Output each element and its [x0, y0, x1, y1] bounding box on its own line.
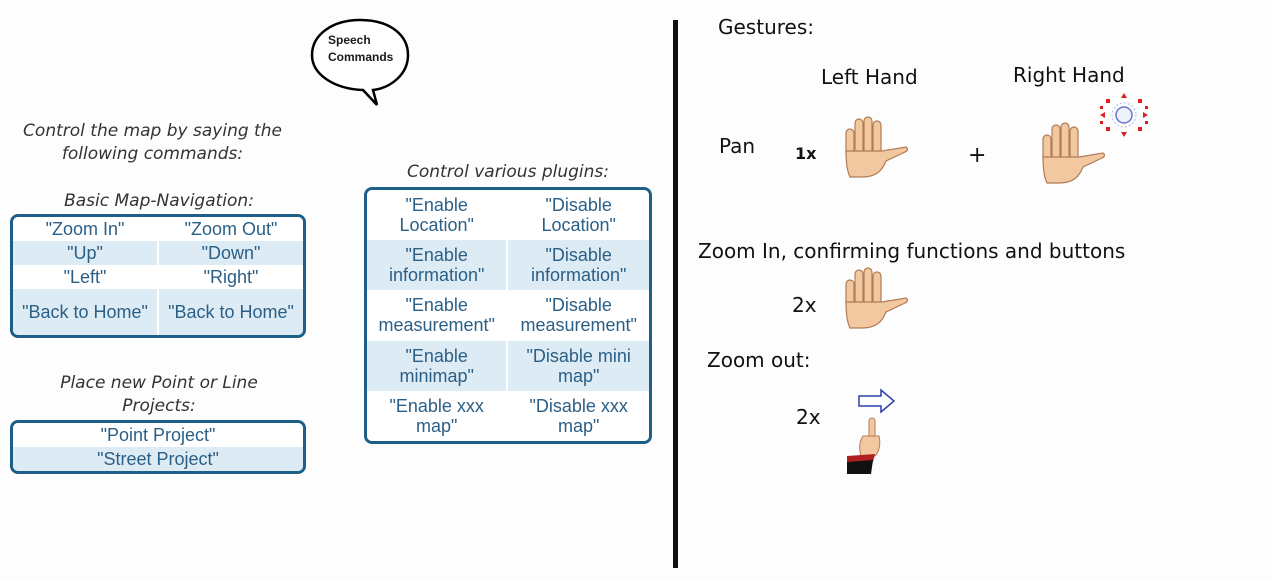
command-enable-information: "Enable information" [367, 240, 508, 291]
projects-table: "Point Project" "Street Project" [10, 420, 306, 474]
plugins-heading: Control various plugins: [406, 162, 610, 182]
left-hand-label: Left Hand [821, 65, 918, 89]
table-row: "Street Project" [13, 447, 303, 471]
projects-heading-line-2: Projects: [122, 396, 196, 416]
zoom-in-label: Zoom In, confirming functions and button… [698, 239, 1126, 263]
command-down: "Down" [157, 241, 303, 265]
right-arrow-icon [858, 388, 896, 414]
zoom-out-label: Zoom out: [707, 348, 811, 372]
intro-line-1: Control the map by saying the [23, 121, 282, 141]
command-enable-location: "Enable Location" [367, 190, 508, 241]
command-disable-minimap: "Disable mini map" [506, 340, 649, 391]
plus-sign: + [968, 143, 987, 168]
table-row: "Enable information" "Disable informatio… [367, 240, 649, 291]
vertical-divider [673, 20, 678, 568]
navigation-table: "Zoom In" "Zoom Out" "Up" "Down" "Left" … [10, 214, 306, 338]
bubble-line-2: Commands [328, 50, 394, 64]
right-hand-label: Right Hand [1013, 63, 1125, 87]
command-enable-minimap: "Enable minimap" [367, 340, 508, 391]
open-hand-icon [845, 116, 908, 178]
command-zoom-out: "Zoom Out" [157, 217, 303, 241]
command-zoom-in: "Zoom In" [13, 217, 158, 241]
command-right: "Right" [157, 265, 303, 289]
intro-text: Control the map by saying the following … [0, 120, 305, 166]
table-row: "Enable minimap" "Disable mini map" [367, 340, 649, 391]
table-row: "Left" "Right" [13, 265, 303, 289]
command-enable-xxx-map: "Enable xxx map" [367, 390, 508, 441]
pan-label: Pan [719, 134, 756, 158]
projects-heading: Place new Point or Line Projects: [0, 372, 318, 418]
open-hand-icon [1042, 122, 1105, 184]
open-hand-icon [845, 267, 908, 329]
command-left: "Left" [13, 265, 158, 289]
command-back-to-home: "Back to Home" [13, 289, 158, 335]
command-up: "Up" [13, 241, 158, 265]
command-enable-measurement: "Enable measurement" [367, 290, 508, 341]
bubble-line-1: Speech [328, 33, 371, 47]
pan-indicator-icon [1100, 93, 1148, 137]
gestures-title: Gestures: [718, 15, 814, 39]
table-row: "Point Project" [13, 423, 303, 447]
table-row: "Enable xxx map" "Disable xxx map" [367, 390, 649, 441]
pan-count: 1x [795, 144, 817, 163]
table-row: "Enable measurement" "Disable measuremen… [367, 290, 649, 341]
table-row: "Up" "Down" [13, 241, 303, 265]
command-disable-information: "Disable information" [506, 240, 649, 291]
table-row: "Zoom In" "Zoom Out" [13, 217, 303, 241]
navigation-heading: Basic Map-Navigation: [64, 191, 254, 211]
command-back-to-home: "Back to Home" [157, 289, 303, 335]
plugins-table: "Enable Location" "Disable Location" "En… [364, 187, 652, 444]
table-row: "Back to Home" "Back to Home" [13, 289, 303, 335]
zoom-in-count: 2x [792, 293, 817, 317]
table-row: "Enable Location" "Disable Location" [367, 190, 649, 241]
command-point-project: "Point Project" [13, 423, 303, 447]
projects-heading-line-1: Place new Point or Line [60, 373, 258, 393]
zoom-out-count: 2x [796, 405, 821, 429]
command-disable-xxx-map: "Disable xxx map" [506, 390, 649, 441]
command-disable-measurement: "Disable measurement" [506, 290, 649, 341]
intro-line-2: following commands: [61, 144, 244, 164]
command-disable-location: "Disable Location" [506, 190, 649, 241]
speech-commands-label: Speech Commands [312, 32, 402, 66]
pointing-hand-icon [847, 417, 881, 474]
command-street-project: "Street Project" [13, 447, 303, 471]
